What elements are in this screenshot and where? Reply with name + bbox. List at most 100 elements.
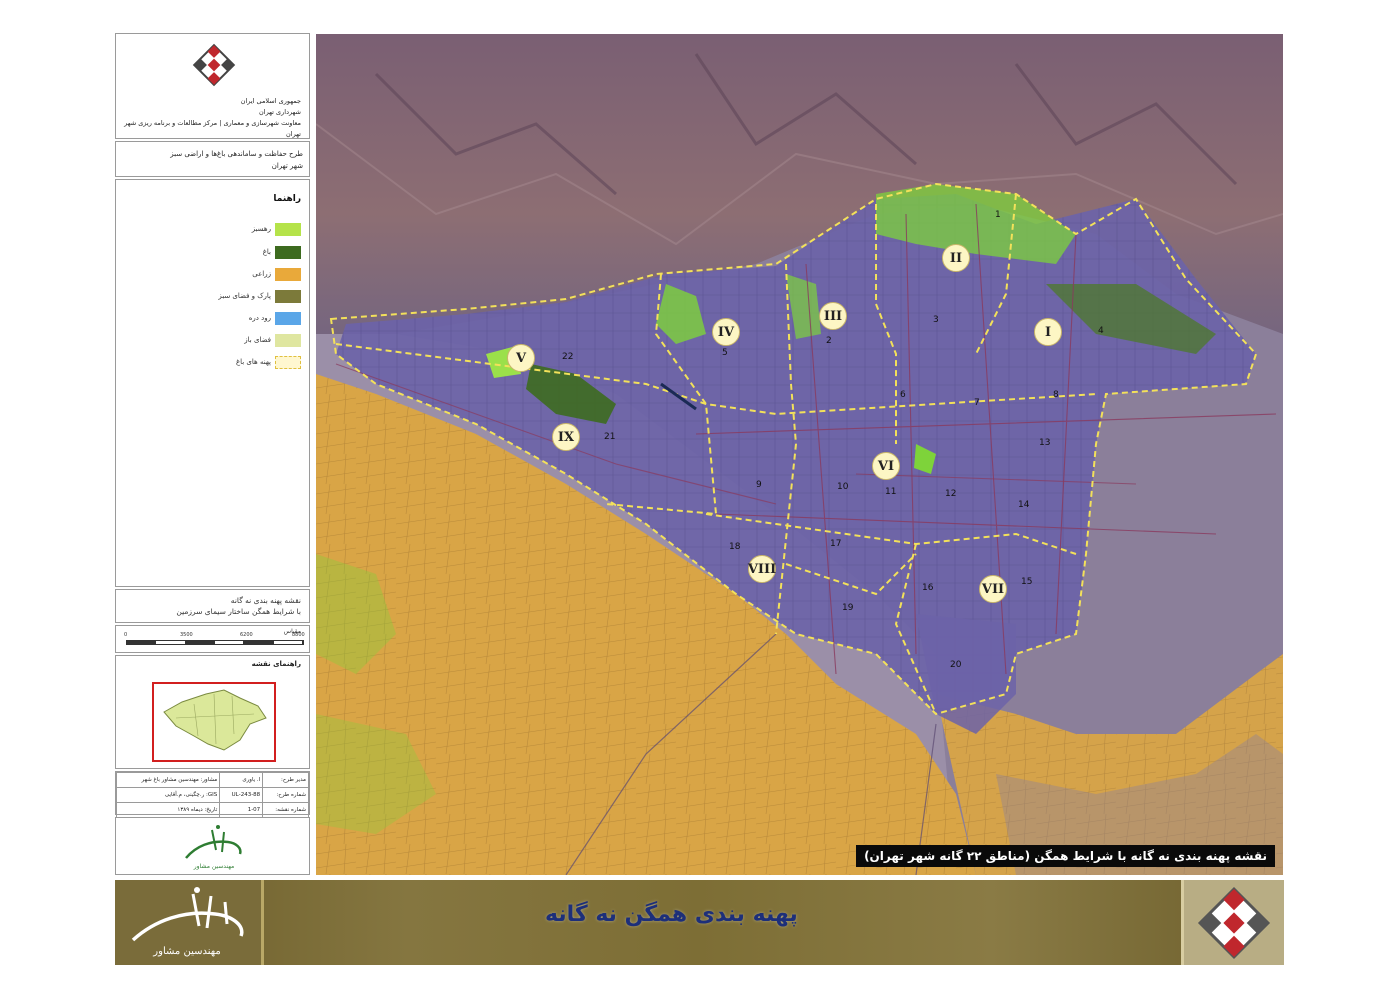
header-line-1: جمهوری اسلامی ایران <box>240 97 301 105</box>
district-label-3: 3 <box>933 315 939 325</box>
zone-label-I: I <box>1034 318 1062 346</box>
map-title-line-1: نقشه پهنه بندی نه گانه <box>230 596 301 605</box>
index-map-frame <box>152 682 276 762</box>
meta-cell: ا. یاوری <box>219 772 264 788</box>
district-label-17: 17 <box>830 539 842 549</box>
legend-label: فضای باز <box>244 336 271 344</box>
district-label-11: 11 <box>885 487 897 497</box>
header-line-3: معاونت شهرسازی و معماری | مرکز مطالعات و… <box>124 119 301 138</box>
legend-item-garden-zones: پهنه های باغ <box>236 355 301 369</box>
legend-swatch <box>275 355 301 369</box>
logo-subtext: مهندسین مشاور <box>152 946 220 957</box>
zone-label-II: II <box>942 244 970 272</box>
consultant-logo-large: مهندسین مشاور <box>131 887 244 957</box>
district-label-16: 16 <box>922 583 934 593</box>
district-label-21: 21 <box>604 432 616 442</box>
map-title-box: نقشه پهنه بندی نه گانه با شرایط همگن ساخ… <box>115 589 310 623</box>
scale-tick: 3500 <box>180 632 193 638</box>
legend-label: رود دره <box>248 314 271 322</box>
map-canvas <box>316 34 1283 875</box>
metadata-table: مشاور: مهندسین مشاور باغ شهر ا. یاوری مد… <box>115 772 309 818</box>
legend-swatch <box>275 311 301 325</box>
legend-swatch <box>275 267 301 281</box>
banner-title: پهنه بندی همگن نه گانه <box>545 902 798 927</box>
zone-label-VIII: VIII <box>748 555 776 583</box>
map-title-line-2: با شرایط همگن ساختار سیمای سرزمین <box>176 607 301 616</box>
legend-item-green-belt: رهسبز <box>252 222 301 236</box>
index-map-shape <box>163 689 267 751</box>
district-label-20: 20 <box>950 660 962 670</box>
district-label-5: 5 <box>722 348 728 358</box>
scale-tick: 8800 <box>292 632 305 638</box>
zone-label-V: V <box>507 344 535 372</box>
meta-cell: مدیر طرح: <box>262 772 309 788</box>
meta-cell: شماره نقشه: <box>262 802 309 818</box>
legend-swatch <box>275 333 301 347</box>
district-label-7: 7 <box>974 398 980 408</box>
district-label-10: 10 <box>837 482 849 492</box>
info-panel: جمهوری اسلامی ایران شهرداری تهران معاونت… <box>115 33 312 875</box>
metadata-box: مشاور: مهندسین مشاور باغ شهر ا. یاوری مد… <box>115 771 310 818</box>
meta-cell: 1-07 <box>219 802 264 818</box>
satellite-map[interactable]: I II III IV V VI VII VIII IX 1 2 3 4 5 6… <box>316 34 1283 875</box>
legend-label: رهسبز <box>251 225 271 233</box>
district-label-14: 14 <box>1018 500 1030 510</box>
legend-label: پارک و فضای سبز <box>218 292 271 300</box>
index-map-title: راهنمای نقشه <box>251 660 301 668</box>
district-label-15: 15 <box>1021 577 1033 587</box>
district-label-9: 9 <box>756 480 762 490</box>
district-label-6: 6 <box>900 390 906 400</box>
district-label-18: 18 <box>729 542 741 552</box>
index-map-box: راهنمای نقشه <box>115 655 310 769</box>
zone-label-VII: VII <box>979 575 1007 603</box>
banner-consultant-logo: مهندسین مشاور <box>115 880 264 965</box>
district-label-8: 8 <box>1053 390 1059 400</box>
bottom-banner: مهندسین مشاور پهنه بندی همگن نه گانه <box>115 880 1284 965</box>
banner-municipality-logo <box>1181 880 1284 965</box>
meta-cell: 243-88-UL <box>219 787 264 803</box>
legend-item-river-valley: رود دره <box>249 311 301 325</box>
legend-item-garden: باغ <box>263 245 301 259</box>
meta-cell: تاریخ: دیماه ۱۳۸۹ <box>115 802 221 818</box>
district-label-22: 22 <box>562 352 574 362</box>
municipality-logo <box>192 43 236 87</box>
scale-box: مقیاس 0 3500 6200 8800 <box>115 625 310 653</box>
legend-item-park: پارک و فضای سبز <box>218 289 301 303</box>
consultant-logo: مهندسین مشاور <box>185 825 242 870</box>
district-label-2: 2 <box>826 336 832 346</box>
legend-swatch <box>275 245 301 259</box>
district-label-13: 13 <box>1039 438 1051 448</box>
district-label-4: 4 <box>1098 326 1104 336</box>
legend-label: پهنه های باغ <box>235 358 271 366</box>
header-line-2: شهرداری تهران <box>259 108 301 116</box>
legend-swatch <box>275 289 301 303</box>
zone-label-III: III <box>819 302 847 330</box>
district-label-1: 1 <box>995 210 1001 220</box>
table-row: تاریخ: دیماه ۱۳۸۹ 1-07 شماره نقشه: <box>115 802 309 818</box>
scale-tick: 0 <box>124 632 128 638</box>
legend-box: راهنما رهسبز باغ زراعی پارک و فضای سبز ر… <box>115 179 310 587</box>
scale-bar <box>126 640 304 645</box>
scale-tick: 6200 <box>240 632 253 638</box>
legend-label: زراعی <box>252 270 271 278</box>
header-box: جمهوری اسلامی ایران شهرداری تهران معاونت… <box>115 33 310 139</box>
legend-swatch <box>275 222 301 236</box>
meta-cell: GIS: ر.چگینی، م.آقایی <box>115 787 221 803</box>
municipality-logo-large <box>1197 886 1271 960</box>
district-label-19: 19 <box>842 603 854 613</box>
project-title-box: طرح حفاظت و ساماندهی باغ‌ها و اراضی سبز … <box>115 141 310 177</box>
legend-label: باغ <box>262 248 271 256</box>
meta-cell: مشاور: مهندسین مشاور باغ شهر <box>115 772 221 788</box>
table-row: GIS: ر.چگینی، م.آقایی 243-88-UL شماره طر… <box>115 787 309 803</box>
legend-item-open-space: فضای باز <box>244 333 301 347</box>
map-caption: نقشه پهنه بندی نه گانه با شرایط همگن (من… <box>856 845 1275 867</box>
legend-item-agriculture: زراعی <box>252 267 301 281</box>
table-row: مشاور: مهندسین مشاور باغ شهر ا. یاوری مد… <box>115 772 309 788</box>
project-title-line-2: شهر تهران <box>271 162 303 170</box>
district-label-12: 12 <box>945 489 957 499</box>
legend-title: راهنما <box>273 194 301 204</box>
consultant-logo-box: مهندسین مشاور <box>115 817 310 875</box>
zone-label-IV: IV <box>712 318 740 346</box>
zone-label-IX: IX <box>552 423 580 451</box>
meta-cell: شماره طرح: <box>262 787 309 803</box>
